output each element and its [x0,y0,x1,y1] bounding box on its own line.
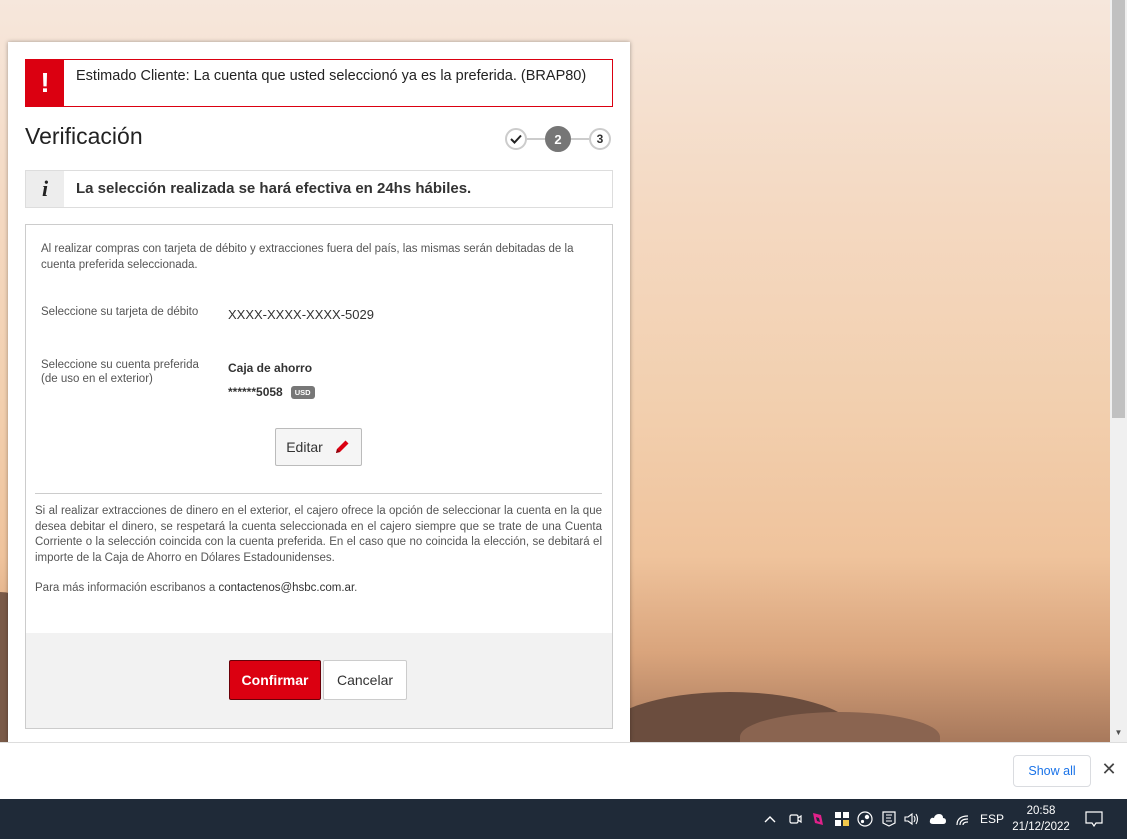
scroll-down-arrow-icon[interactable]: ▼ [1110,726,1127,740]
info-icon: i [26,171,64,207]
card-value: XXXX-XXXX-XXXX-5029 [228,307,374,322]
contact-line: Para más información escribanos a contac… [35,582,357,594]
onedrive-icon[interactable] [927,799,949,839]
clock-time: 20:58 [1026,805,1056,817]
meet-now-icon[interactable] [785,799,805,839]
step-connector [527,138,545,140]
account-label: Seleccione su cuenta preferida (de uso e… [41,358,199,386]
page-title: Verificación [25,123,143,149]
atm-note: Si al realizar extracciones de dinero en… [35,505,602,564]
info-message: La selección realizada se hará efectiva … [76,180,472,197]
scrollbar-thumb[interactable] [1112,0,1125,418]
account-number: ******5058 [228,385,283,399]
page-scrollbar[interactable]: ▼ [1110,0,1127,742]
pencil-icon [335,440,349,453]
error-alert: ! Estimado Cliente: La cuenta que usted … [25,59,613,107]
account-number-row: ******5058 USD [228,385,315,400]
notification-icon[interactable] [1082,799,1106,839]
clock-date: 21/12/2022 [1012,821,1070,833]
alert-exclamation-icon: ! [26,60,64,106]
contact-email[interactable]: contactenos@hsbc.com.ar [218,582,354,594]
info-banner: i La selección realizada se hará efectiv… [25,170,613,208]
language-indicator[interactable]: ESP [978,799,1006,839]
intro-text: Al realizar compras con tarjeta de débit… [41,243,574,271]
clock[interactable]: 20:58 21/12/2022 [1008,803,1074,835]
alert-message: Estimado Cliente: La cuenta que usted se… [76,68,587,84]
contact-suffix: . [354,582,358,594]
chevron-up-icon[interactable] [760,799,780,839]
step-indicator: 2 3 [505,126,611,152]
cancel-button[interactable]: Cancelar [323,660,407,700]
step-3-pending: 3 [589,128,611,150]
step-2-active: 2 [545,126,571,152]
contact-prefix: Para más información escribanos a [35,582,219,594]
close-icon[interactable]: ✕ [1098,758,1120,780]
show-all-button[interactable]: Show all [1013,755,1091,787]
step-1-done [505,128,527,150]
verification-panel: ! Estimado Cliente: La cuenta que usted … [8,42,630,742]
step-connector [571,138,589,140]
divider [35,493,602,494]
currency-badge: USD [290,386,315,400]
account-label-line2: (de uso en el exterior) [41,373,153,385]
download-bar: Show all ✕ [0,742,1127,799]
confirm-button[interactable]: Confirmar [229,660,321,700]
security-icon[interactable] [832,799,852,839]
checkmark-icon [510,134,522,144]
edit-button-label: Editar [286,439,323,455]
account-type: Caja de ahorro [228,361,313,375]
app-icon[interactable] [808,799,828,839]
epic-games-icon[interactable] [879,799,899,839]
wifi-icon[interactable] [953,799,973,839]
volume-icon[interactable] [902,799,922,839]
card-label: Seleccione su tarjeta de débito [41,306,199,318]
account-label-line1: Seleccione su cuenta preferida [41,359,199,371]
action-bar: Confirmar Cancelar [26,633,612,728]
edit-button[interactable]: Editar [275,428,362,466]
taskbar: ESP 20:58 21/12/2022 [0,799,1127,839]
steam-icon[interactable] [855,799,875,839]
selection-summary: Al realizar compras con tarjeta de débit… [25,224,613,729]
